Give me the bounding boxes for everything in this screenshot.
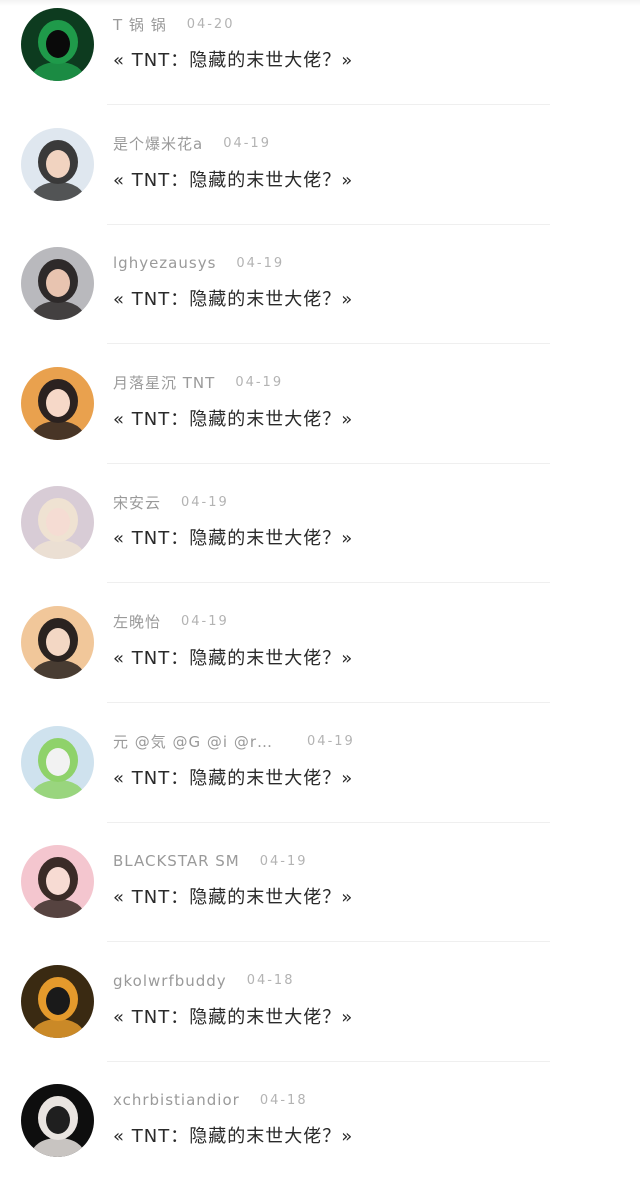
avatar[interactable] bbox=[21, 8, 94, 81]
comment-date: 04-20 bbox=[186, 16, 235, 32]
comment-date: 04-19 bbox=[223, 136, 271, 152]
comment-date: 04-18 bbox=[259, 1092, 308, 1108]
divider bbox=[107, 104, 550, 105]
list-item[interactable]: BLACKSTAR SM 04-19 « TNT：隐藏的末世大佬？» bbox=[0, 837, 640, 957]
comment-meta: xchrbistiandior 04-18 bbox=[113, 1089, 308, 1111]
comment-date: 04-18 bbox=[246, 973, 295, 989]
user-name[interactable]: T 锅 锅 bbox=[113, 14, 167, 35]
user-name[interactable]: BLACKSTAR SM bbox=[113, 852, 240, 870]
avatar-image bbox=[21, 366, 94, 440]
comment-text: « TNT：隐藏的末世大佬？» bbox=[113, 1006, 354, 1028]
comment-text: « TNT：隐藏的末世大佬？» bbox=[113, 289, 354, 311]
list-item[interactable]: 是个爆米花a 04-19 « TNT：隐藏的末世大佬？» bbox=[0, 120, 640, 240]
list-item[interactable]: 宋安云 04-19 « TNT：隐藏的末世大佬？» bbox=[0, 478, 640, 598]
comment-text: « TNT：隐藏的末世大佬？» bbox=[113, 647, 354, 669]
comment-meta: lghyezausys 04-19 bbox=[113, 252, 284, 274]
avatar-image bbox=[21, 247, 94, 321]
comment-date: 04-19 bbox=[307, 734, 355, 750]
comment-date: 04-19 bbox=[181, 614, 229, 630]
user-name[interactable]: 是个爆米花a bbox=[113, 133, 203, 154]
comment-meta: 宋安云 04-19 bbox=[113, 491, 229, 513]
avatar[interactable] bbox=[21, 605, 94, 679]
divider bbox=[107, 223, 550, 225]
avatar[interactable] bbox=[21, 964, 94, 1038]
comment-meta: 元 @気 @G @i @r… 04-19 bbox=[113, 731, 355, 753]
avatar-image bbox=[21, 1084, 94, 1158]
avatar[interactable] bbox=[21, 725, 94, 799]
avatar-image bbox=[21, 845, 94, 919]
user-name[interactable]: 元 @気 @G @i @r… bbox=[113, 731, 273, 752]
divider bbox=[107, 343, 550, 345]
divider bbox=[107, 1060, 550, 1062]
divider bbox=[107, 582, 550, 584]
avatar[interactable] bbox=[21, 845, 94, 919]
avatar[interactable] bbox=[21, 1084, 94, 1158]
list-item[interactable]: lghyezausys 04-19 « TNT：隐藏的末世大佬？» bbox=[0, 239, 640, 359]
user-name[interactable]: xchrbistiandior bbox=[113, 1091, 240, 1109]
avatar[interactable] bbox=[21, 247, 94, 321]
comment-meta: 左晚怡 04-19 bbox=[113, 611, 229, 633]
comment-date: 04-19 bbox=[236, 255, 285, 271]
avatar-image bbox=[21, 964, 94, 1038]
avatar-image bbox=[21, 486, 94, 560]
avatar-image bbox=[21, 127, 94, 201]
comment-text: « TNT：隐藏的末世大佬？» bbox=[113, 528, 354, 550]
list-item[interactable]: 元 @気 @G @i @r… 04-19 « TNT：隐藏的末世大佬？» bbox=[0, 718, 640, 838]
comment-text: « TNT：隐藏的末世大佬？» bbox=[113, 767, 354, 789]
user-name[interactable]: 月落星沉 TNT bbox=[113, 372, 215, 393]
avatar[interactable] bbox=[21, 366, 94, 440]
divider bbox=[107, 701, 550, 703]
divider bbox=[107, 462, 550, 464]
avatar-image bbox=[21, 605, 94, 679]
comment-meta: BLACKSTAR SM 04-19 bbox=[113, 850, 308, 872]
list-item[interactable]: gkolwrfbuddy 04-18 « TNT：隐藏的末世大佬？» bbox=[0, 957, 640, 1077]
comment-date: 04-19 bbox=[259, 853, 308, 869]
comment-meta: 月落星沉 TNT 04-19 bbox=[113, 372, 283, 394]
avatar[interactable] bbox=[21, 127, 94, 201]
comment-text: « TNT：隐藏的末世大佬？» bbox=[113, 1126, 354, 1148]
list-item[interactable]: xchrbistiandior 04-18 « TNT：隐藏的末世大佬？» bbox=[0, 1076, 640, 1196]
comment-text: « TNT：隐藏的末世大佬？» bbox=[113, 887, 354, 909]
avatar-image bbox=[21, 725, 94, 799]
list-item[interactable]: T 锅 锅 04-20 « TNT：隐藏的末世大佬？» bbox=[0, 0, 640, 120]
list-item[interactable]: 月落星沉 TNT 04-19 « TNT：隐藏的末世大佬？» bbox=[0, 359, 640, 479]
avatar-image bbox=[21, 8, 94, 81]
user-name[interactable]: 宋安云 bbox=[113, 492, 161, 513]
comment-meta: T 锅 锅 04-20 bbox=[113, 13, 234, 35]
user-name[interactable]: gkolwrfbuddy bbox=[113, 972, 227, 990]
comment-meta: gkolwrfbuddy 04-18 bbox=[113, 970, 294, 992]
comment-date: 04-19 bbox=[181, 494, 229, 510]
comment-meta: 是个爆米花a 04-19 bbox=[113, 133, 271, 155]
list-item[interactable]: 左晚怡 04-19 « TNT：隐藏的末世大佬？» bbox=[0, 598, 640, 718]
comment-text: « TNT：隐藏的末世大佬？» bbox=[113, 169, 354, 191]
comment-text: « TNT：隐藏的末世大佬？» bbox=[113, 50, 354, 71]
user-name[interactable]: lghyezausys bbox=[113, 254, 216, 272]
user-name[interactable]: 左晚怡 bbox=[113, 611, 161, 632]
comment-list: T 锅 锅 04-20 « TNT：隐藏的末世大佬？» 是个爆米花a 04-19… bbox=[0, 0, 640, 1196]
comment-text: « TNT：隐藏的末世大佬？» bbox=[113, 408, 354, 430]
comment-date: 04-19 bbox=[235, 375, 284, 391]
avatar[interactable] bbox=[21, 486, 94, 560]
divider bbox=[107, 821, 550, 823]
divider bbox=[107, 941, 550, 943]
